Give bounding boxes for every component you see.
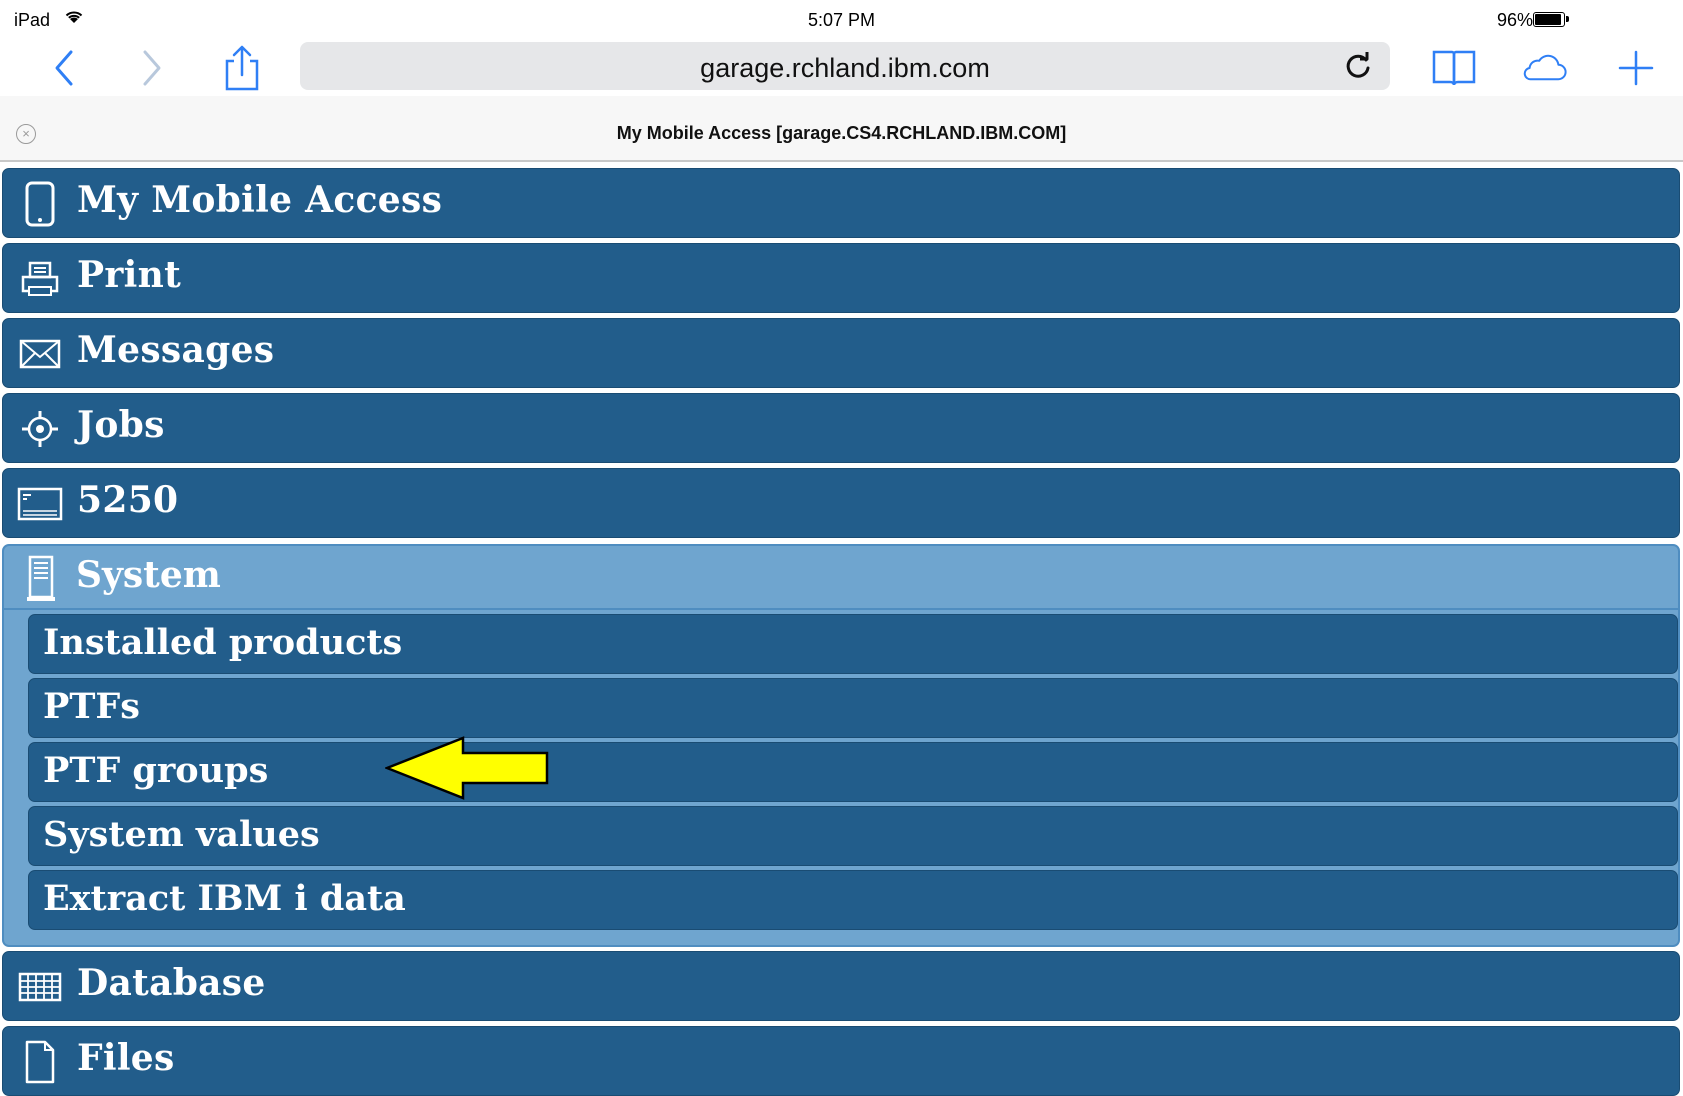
submenu-item-system-values[interactable]: System values	[28, 806, 1678, 866]
submenu-item-label: Extract IBM i data	[43, 878, 406, 919]
icloud-tabs-icon[interactable]	[1520, 44, 1568, 92]
menu-group-system: System Installed products PTFs PTF group…	[2, 544, 1680, 947]
printer-icon	[17, 256, 63, 302]
menu-item-label: System	[76, 554, 221, 596]
menu-item-label: Jobs	[77, 404, 165, 446]
menu-item-label: Files	[77, 1037, 175, 1079]
submenu-item-ptf-groups[interactable]: PTF groups	[28, 742, 1678, 802]
menu-item-label: My Mobile Access	[77, 179, 443, 221]
status-bar: iPad 5:07 PM 96%	[0, 0, 1683, 40]
server-icon	[18, 554, 64, 604]
menu-item-database[interactable]: Database	[2, 951, 1680, 1021]
submenu-item-label: PTFs	[43, 686, 140, 727]
address-bar[interactable]: garage.rchland.ibm.com	[300, 42, 1390, 90]
menu-item-system[interactable]: System	[4, 546, 1678, 610]
gear-icon	[17, 406, 63, 452]
battery-icon	[1533, 12, 1569, 27]
menu-item-5250[interactable]: 5250	[2, 468, 1680, 538]
menu-item-files[interactable]: Files	[2, 1026, 1680, 1096]
menu-item-label: 5250	[77, 479, 179, 521]
browser-toolbar: garage.rchland.ibm.com	[0, 40, 1683, 94]
url-text: garage.rchland.ibm.com	[700, 53, 990, 83]
menu-item-jobs[interactable]: Jobs	[2, 393, 1680, 463]
bookmarks-icon[interactable]	[1430, 44, 1478, 92]
battery-percentage: 96%	[1496, 10, 1533, 30]
envelope-icon	[17, 331, 63, 377]
tab-bar: × My Mobile Access [garage.CS4.RCHLAND.I…	[0, 96, 1683, 162]
menu-item-my-mobile-access[interactable]: My Mobile Access	[2, 168, 1680, 238]
menu-item-messages[interactable]: Messages	[2, 318, 1680, 388]
reload-icon[interactable]	[1342, 50, 1374, 82]
submenu-item-extract-ibm-i-data[interactable]: Extract IBM i data	[28, 870, 1678, 930]
mobile-phone-icon	[17, 181, 63, 227]
forward-button[interactable]	[128, 44, 176, 92]
menu-item-label: Messages	[77, 329, 275, 371]
terminal-icon	[17, 481, 63, 527]
file-icon	[17, 1039, 63, 1085]
submenu-item-label: System values	[43, 814, 320, 855]
submenu-item-label: Installed products	[43, 622, 403, 663]
table-grid-icon	[17, 964, 63, 1010]
yellow-arrow-annotation	[383, 735, 550, 801]
new-tab-button[interactable]	[1612, 44, 1660, 92]
submenu-item-installed-products[interactable]: Installed products	[28, 614, 1678, 674]
share-button[interactable]	[218, 44, 266, 92]
menu-item-label: Database	[77, 962, 266, 1004]
submenu-item-ptfs[interactable]: PTFs	[28, 678, 1678, 738]
menu-item-label: Print	[77, 254, 182, 296]
menu-item-print[interactable]: Print	[2, 243, 1680, 313]
clock: 5:07 PM	[807, 10, 876, 30]
tab-title[interactable]: My Mobile Access [garage.CS4.RCHLAND.IBM…	[0, 123, 1683, 144]
submenu-item-label: PTF groups	[43, 750, 269, 791]
back-button[interactable]	[40, 44, 88, 92]
